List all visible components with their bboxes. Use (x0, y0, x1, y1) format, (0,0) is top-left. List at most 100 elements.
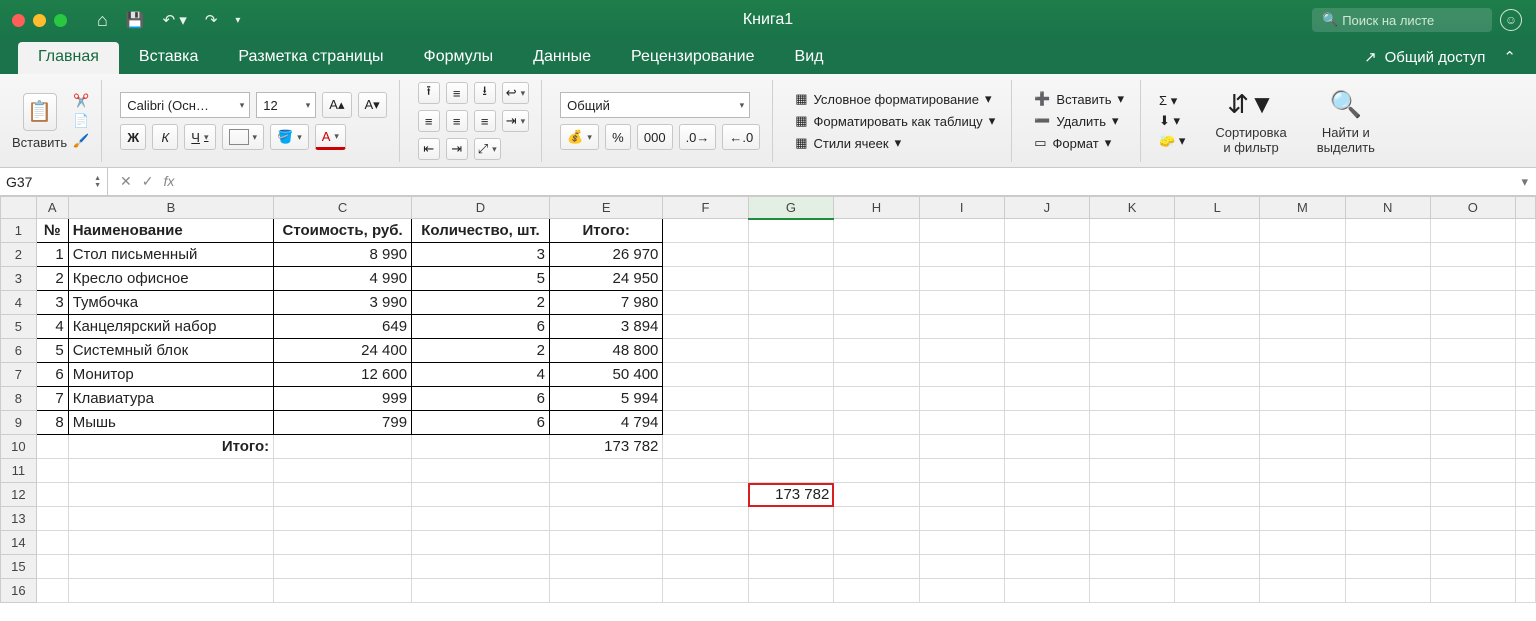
cell[interactable] (1004, 219, 1089, 243)
cell[interactable] (68, 579, 273, 603)
cell[interactable] (919, 531, 1004, 555)
cell[interactable] (1345, 315, 1430, 339)
col-header[interactable]: E (549, 197, 662, 219)
cell[interactable] (919, 507, 1004, 531)
col-header[interactable]: O (1430, 197, 1515, 219)
borders-button[interactable] (222, 124, 265, 150)
cell[interactable] (1175, 459, 1260, 483)
cell[interactable] (36, 555, 68, 579)
cell[interactable] (36, 435, 68, 459)
cell[interactable] (1089, 459, 1174, 483)
bold-button[interactable]: Ж (120, 124, 146, 150)
align-left-icon[interactable]: ≡ (418, 110, 440, 132)
cell[interactable] (274, 435, 412, 459)
wrap-text-icon[interactable]: ↩ (502, 82, 529, 104)
cell[interactable] (748, 363, 834, 387)
col-header[interactable]: I (919, 197, 1004, 219)
col-header[interactable]: L (1175, 197, 1260, 219)
row-header[interactable]: 11 (1, 459, 37, 483)
cell[interactable] (1515, 555, 1535, 579)
cell[interactable] (1175, 579, 1260, 603)
decrease-decimal-icon[interactable]: ←.0 (722, 124, 760, 150)
cell[interactable] (748, 411, 834, 435)
cancel-formula-icon[interactable]: ✕ (120, 173, 132, 190)
cell[interactable] (663, 579, 748, 603)
cell[interactable] (1089, 579, 1174, 603)
cell[interactable]: 799 (274, 411, 412, 435)
cell[interactable]: 1 (36, 243, 68, 267)
cell[interactable]: 2 (412, 291, 550, 315)
cell[interactable] (834, 219, 919, 243)
tab-review[interactable]: Рецензирование (611, 42, 775, 74)
cell[interactable] (663, 531, 748, 555)
cell[interactable] (748, 219, 834, 243)
row-header[interactable]: 1 (1, 219, 37, 243)
cell[interactable] (1089, 483, 1174, 507)
cell[interactable] (919, 435, 1004, 459)
cell[interactable] (412, 483, 550, 507)
cell[interactable]: 6 (412, 411, 550, 435)
cell[interactable] (412, 531, 550, 555)
cell[interactable] (1004, 267, 1089, 291)
cell[interactable] (1260, 387, 1345, 411)
cell[interactable] (1515, 339, 1535, 363)
align-center-icon[interactable]: ≡ (446, 110, 468, 132)
row-header[interactable]: 10 (1, 435, 37, 459)
cell[interactable] (1260, 243, 1345, 267)
cell[interactable] (919, 339, 1004, 363)
increase-font-icon[interactable]: A▴ (322, 92, 351, 118)
name-box-stepper-icon[interactable]: ▲▼ (94, 175, 101, 189)
cell[interactable]: 6 (36, 363, 68, 387)
cell[interactable]: Монитор (68, 363, 273, 387)
cell[interactable] (834, 387, 919, 411)
cell[interactable] (1430, 411, 1515, 435)
format-painter-icon[interactable]: 🖌️ (73, 133, 89, 149)
cell[interactable] (1345, 339, 1430, 363)
cell[interactable] (1345, 579, 1430, 603)
qa-more-icon[interactable]: ▾ (235, 15, 240, 26)
row-header[interactable]: 14 (1, 531, 37, 555)
tab-formulas[interactable]: Формулы (404, 42, 514, 74)
cell[interactable] (1515, 483, 1535, 507)
font-size-select[interactable]: 12 (256, 92, 316, 118)
cell[interactable] (1260, 219, 1345, 243)
cell[interactable] (1430, 483, 1515, 507)
cell[interactable]: Стол письменный (68, 243, 273, 267)
row-header[interactable]: 8 (1, 387, 37, 411)
cell[interactable]: 2 (36, 267, 68, 291)
search-input[interactable] (1342, 13, 1482, 28)
cell[interactable]: № (36, 219, 68, 243)
merge-cells-icon[interactable]: ⇥ (502, 110, 529, 132)
cell[interactable] (1515, 531, 1535, 555)
cell[interactable] (1515, 243, 1535, 267)
cell[interactable] (1515, 387, 1535, 411)
cell[interactable]: Системный блок (68, 339, 273, 363)
cell[interactable] (748, 579, 834, 603)
cell[interactable] (1345, 531, 1430, 555)
cell[interactable] (1004, 291, 1089, 315)
cell[interactable] (919, 267, 1004, 291)
row-header[interactable]: 5 (1, 315, 37, 339)
cell[interactable] (748, 555, 834, 579)
cell[interactable] (36, 531, 68, 555)
cell[interactable] (1089, 507, 1174, 531)
cut-icon[interactable]: ✂️ (73, 93, 89, 109)
cell[interactable] (834, 339, 919, 363)
cell[interactable]: 5 (36, 339, 68, 363)
cell[interactable] (1004, 459, 1089, 483)
cell[interactable]: 4 (412, 363, 550, 387)
align-top-icon[interactable]: ⭱ (418, 82, 440, 104)
cell[interactable] (748, 315, 834, 339)
cell[interactable] (834, 483, 919, 507)
cell[interactable] (68, 483, 273, 507)
cell[interactable] (1260, 435, 1345, 459)
accept-formula-icon[interactable]: ✓ (142, 173, 154, 190)
save-icon[interactable]: 💾 (126, 11, 145, 29)
cell[interactable] (1515, 291, 1535, 315)
find-select-button[interactable]: 🔍 Найти и выделить (1317, 87, 1375, 155)
cell[interactable] (1175, 219, 1260, 243)
cell[interactable] (919, 579, 1004, 603)
cell[interactable] (663, 291, 748, 315)
cell[interactable] (1004, 339, 1089, 363)
cell[interactable]: 4 990 (274, 267, 412, 291)
